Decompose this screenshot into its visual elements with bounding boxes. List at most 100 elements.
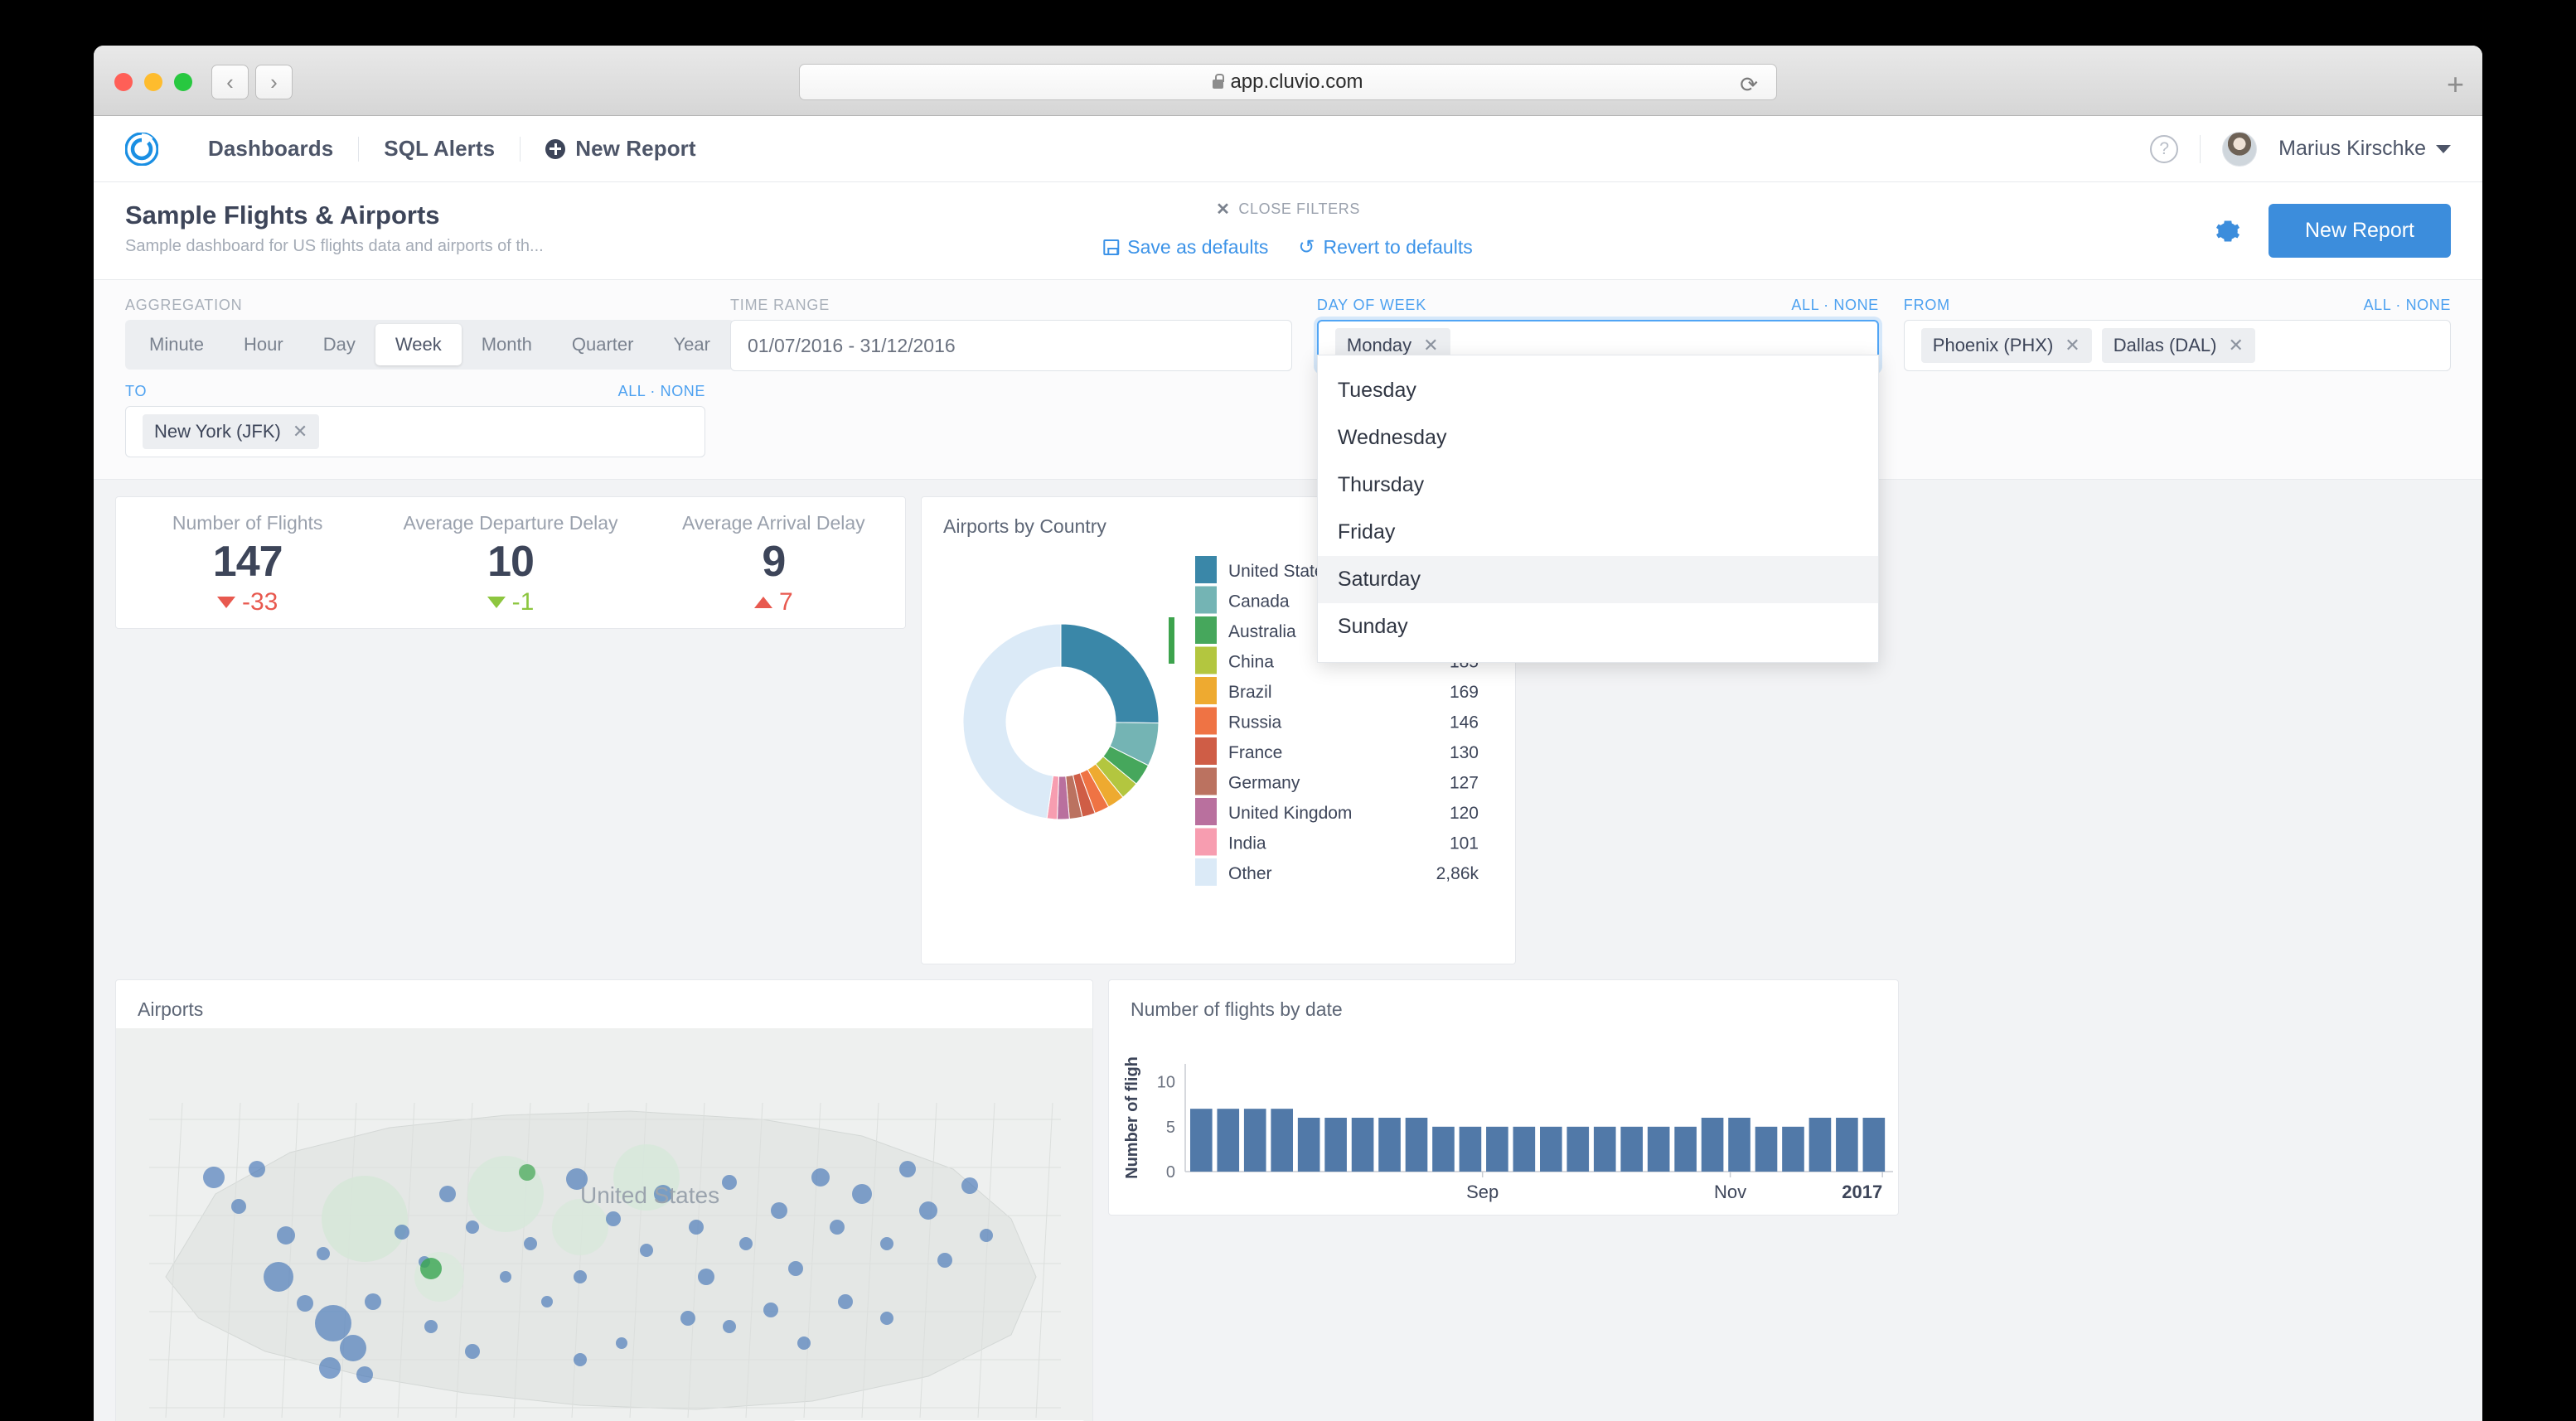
svg-text:Sep: Sep xyxy=(1466,1182,1499,1202)
revert-to-defaults-button[interactable]: ↺ Revert to defaults xyxy=(1298,235,1472,259)
filter-to: TO ALL · NONE New York (JFK) ✕ xyxy=(125,383,705,457)
dashboard-grid: Number of Flights 147 -33 Average Depart… xyxy=(94,480,2482,1421)
chip-label: Dallas (DAL) xyxy=(2113,335,2217,355)
aggregation-option-day[interactable]: Day xyxy=(303,324,375,365)
close-filters-button[interactable]: ✕ CLOSE FILTERS xyxy=(1103,199,1472,220)
from-label: FROM xyxy=(1903,297,1950,313)
to-all-none[interactable]: ALL · NONE xyxy=(618,383,705,400)
svg-text:France: France xyxy=(1228,743,1282,762)
map-canvas[interactable]: United States © Mapbox © OpenStreetMap I… xyxy=(116,1028,1092,1421)
revert-to-defaults-label: Revert to defaults xyxy=(1323,236,1473,258)
cluvio-logo[interactable] xyxy=(125,132,158,166)
from-none[interactable]: NONE xyxy=(2406,297,2451,313)
aggregation-segmented-control[interactable]: Minute Hour Day Week Month Quarter Year xyxy=(125,320,734,370)
svg-text:India: India xyxy=(1228,834,1266,853)
svg-text:Number of fligh: Number of fligh xyxy=(1123,1056,1141,1179)
new-tab-button[interactable]: + xyxy=(2447,67,2464,102)
dropdown-option-friday[interactable]: Friday xyxy=(1318,509,1878,556)
svg-text:Russia: Russia xyxy=(1228,713,1282,732)
save-as-defaults-button[interactable]: Save as defaults xyxy=(1103,235,1268,259)
day-of-week-dropdown[interactable]: Tuesday Wednesday Thursday Friday Saturd… xyxy=(1316,355,1879,663)
aggregation-option-quarter[interactable]: Quarter xyxy=(552,324,654,365)
day-of-week-label: DAY OF WEEK xyxy=(1316,297,1427,313)
filter-time-range: TIME RANGE 01/07/2016 - 31/12/2016 xyxy=(730,297,1292,371)
forward-chevron-icon[interactable]: › xyxy=(255,65,293,99)
question-mark-icon[interactable]: ? xyxy=(2150,134,2179,163)
svg-text:0: 0 xyxy=(1166,1163,1175,1182)
svg-text:127: 127 xyxy=(1450,774,1479,793)
panel-title: Number of flights by date xyxy=(1131,998,1343,1020)
close-window-button[interactable] xyxy=(114,73,133,91)
revert-icon: ↺ xyxy=(1298,236,1315,259)
to-all[interactable]: ALL xyxy=(618,383,646,399)
desktop-background: ‹ › app.cluvio.com ⟳ + Dashboards SQL Al… xyxy=(0,0,2576,1421)
back-chevron-icon[interactable]: ‹ xyxy=(211,65,249,99)
from-all[interactable]: ALL xyxy=(2364,297,2391,313)
kpi-delta: -1 xyxy=(379,588,642,616)
from-chip-dallas[interactable]: Dallas (DAL) ✕ xyxy=(2101,328,2255,363)
kpi-label: Average Arrival Delay xyxy=(681,512,865,534)
svg-text:101: 101 xyxy=(1450,834,1479,853)
day-of-week-none[interactable]: NONE xyxy=(1833,297,1878,313)
header-divider xyxy=(2200,134,2201,163)
triangle-down-icon xyxy=(487,597,506,609)
svg-text:169: 169 xyxy=(1450,683,1479,702)
url-text: app.cluvio.com xyxy=(1230,70,1363,93)
to-chip-newyork[interactable]: New York (JFK) ✕ xyxy=(143,414,320,449)
dropdown-option-saturday[interactable]: Saturday xyxy=(1317,556,1878,603)
remove-chip-icon[interactable]: ✕ xyxy=(1423,335,1438,356)
aggregation-option-month[interactable]: Month xyxy=(462,324,552,365)
remove-chip-icon[interactable]: ✕ xyxy=(2065,335,2080,356)
avatar[interactable] xyxy=(2222,131,2258,167)
to-none[interactable]: NONE xyxy=(661,383,705,399)
aggregation-option-minute[interactable]: Minute xyxy=(129,324,224,365)
nav-dashboards[interactable]: Dashboards xyxy=(183,136,358,162)
nav-new-report[interactable]: New Report xyxy=(521,136,720,162)
kpi-panel: Number of Flights 147 -33 Average Depart… xyxy=(115,496,906,629)
svg-text:2,86k: 2,86k xyxy=(1436,864,1479,883)
svg-text:Germany: Germany xyxy=(1228,774,1300,793)
kpi-label: Number of Flights xyxy=(172,512,323,534)
svg-text:Brazil: Brazil xyxy=(1228,683,1272,702)
dropdown-option-wednesday[interactable]: Wednesday xyxy=(1318,414,1878,462)
browser-window: ‹ › app.cluvio.com ⟳ + Dashboards SQL Al… xyxy=(94,46,2482,1421)
from-input[interactable]: Phoenix (PHX) ✕ Dallas (DAL) ✕ xyxy=(1903,320,2451,371)
new-report-button[interactable]: New Report xyxy=(2269,204,2451,258)
aggregation-label: AGGREGATION xyxy=(125,297,243,313)
filter-from: FROM ALL · NONE Phoenix (PHX) ✕ Dallas (… xyxy=(1903,297,2451,371)
svg-text:5: 5 xyxy=(1166,1119,1175,1137)
url-bar[interactable]: app.cluvio.com ⟳ xyxy=(799,64,1777,100)
time-range-value: 01/07/2016 - 31/12/2016 xyxy=(748,334,956,356)
svg-text:130: 130 xyxy=(1450,743,1479,762)
panel-title: Airports xyxy=(138,998,204,1020)
aggregation-option-week[interactable]: Week xyxy=(375,324,462,365)
filter-day-of-week: DAY OF WEEK ALL · NONE Monday ✕ Tuesday … xyxy=(1316,297,1879,663)
day-of-week-all[interactable]: ALL xyxy=(1791,297,1818,313)
nav-new-report-label: New Report xyxy=(575,136,696,161)
time-range-input[interactable]: 01/07/2016 - 31/12/2016 xyxy=(730,320,1292,371)
gear-icon[interactable] xyxy=(2215,219,2240,244)
chip-label: New York (JFK) xyxy=(154,421,281,442)
browser-chrome: ‹ › app.cluvio.com ⟳ + xyxy=(94,46,2482,116)
reload-icon[interactable]: ⟳ xyxy=(1740,72,1758,98)
user-menu[interactable]: Marius Kirschke xyxy=(2278,137,2451,161)
to-input[interactable]: New York (JFK) ✕ xyxy=(125,406,705,457)
from-all-none[interactable]: ALL · NONE xyxy=(2364,297,2451,314)
from-chip-phoenix[interactable]: Phoenix (PHX) ✕ xyxy=(1920,328,2092,363)
kpi-delta: -33 xyxy=(116,588,379,616)
aggregation-option-hour[interactable]: Hour xyxy=(224,324,303,365)
remove-chip-icon[interactable]: ✕ xyxy=(2228,335,2243,356)
maximize-window-button[interactable] xyxy=(174,73,192,91)
user-name: Marius Kirschke xyxy=(2278,137,2426,160)
dropdown-option-tuesday[interactable]: Tuesday xyxy=(1318,367,1878,414)
remove-chip-icon[interactable]: ✕ xyxy=(293,421,307,442)
dropdown-option-thursday[interactable]: Thursday xyxy=(1318,462,1878,509)
nav-sql-alerts[interactable]: SQL Alerts xyxy=(359,136,520,162)
minimize-window-button[interactable] xyxy=(144,73,162,91)
kpi-value: 9 xyxy=(762,538,786,587)
aggregation-option-year[interactable]: Year xyxy=(653,324,729,365)
day-of-week-all-none[interactable]: ALL · NONE xyxy=(1791,297,1878,314)
dropdown-option-sunday[interactable]: Sunday xyxy=(1318,603,1878,650)
svg-text:10: 10 xyxy=(1157,1074,1175,1092)
window-controls[interactable] xyxy=(114,73,192,91)
